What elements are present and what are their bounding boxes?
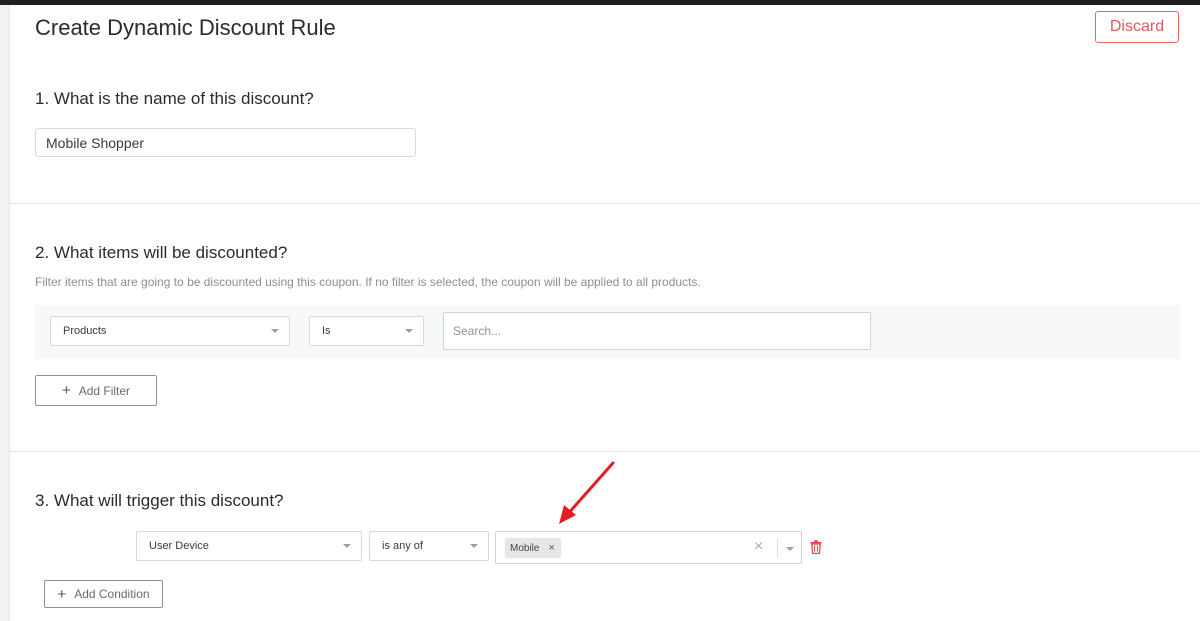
filter-operator-value: Is [322, 325, 331, 337]
chevron-down-icon[interactable] [786, 547, 794, 551]
red-arrow [559, 461, 615, 524]
chevron-down-icon [405, 329, 413, 333]
condition-values-multiselect[interactable]: Mobile × × [495, 531, 802, 564]
discard-button[interactable]: Discard [1095, 11, 1179, 43]
filter-help-text: Filter items that are going to be discou… [35, 275, 701, 289]
trash-icon[interactable] [810, 540, 822, 555]
trash-icon-graphic [810, 540, 822, 555]
filter-field-select[interactable]: Products [50, 316, 290, 346]
clear-icon[interactable]: × [754, 538, 763, 556]
add-filter-button[interactable]: + Add Filter [35, 375, 157, 406]
plus-icon: + [57, 585, 67, 603]
top-bar [0, 0, 1200, 5]
filter-operator-select[interactable]: Is [309, 316, 424, 346]
add-condition-label: Add Condition [74, 587, 150, 601]
condition-operator-select[interactable]: is any of [369, 531, 489, 561]
plus-icon: + [61, 382, 71, 399]
section-divider [10, 203, 1200, 204]
filter-field-value: Products [63, 325, 107, 337]
product-search-input[interactable]: Search... [443, 312, 871, 350]
condition-field-value: User Device [149, 540, 209, 552]
multiselect-separator [777, 538, 778, 558]
section-1-question: 1. What is the name of this discount? [35, 89, 314, 108]
search-placeholder: Search... [453, 324, 502, 338]
chevron-down-icon [470, 544, 478, 548]
condition-field-select[interactable]: User Device [136, 531, 362, 561]
add-filter-label: Add Filter [78, 383, 131, 398]
close-icon[interactable]: × [548, 542, 554, 554]
section-3-question: 3. What will trigger this discount? [35, 491, 284, 510]
chip-label: Mobile [510, 542, 540, 554]
add-condition-button[interactable]: + Add Condition [44, 580, 163, 608]
discount-name-input[interactable]: Mobile Shopper [35, 128, 416, 157]
selected-value-chip: Mobile × [505, 538, 561, 558]
page-title: Create Dynamic Discount Rule [35, 15, 336, 40]
left-edge [0, 5, 10, 621]
chevron-down-icon [271, 329, 279, 333]
section-divider [10, 451, 1200, 452]
chevron-down-icon [343, 544, 351, 548]
condition-operator-value: is any of [382, 540, 423, 552]
section-2-question: 2. What items will be discounted? [35, 243, 288, 262]
